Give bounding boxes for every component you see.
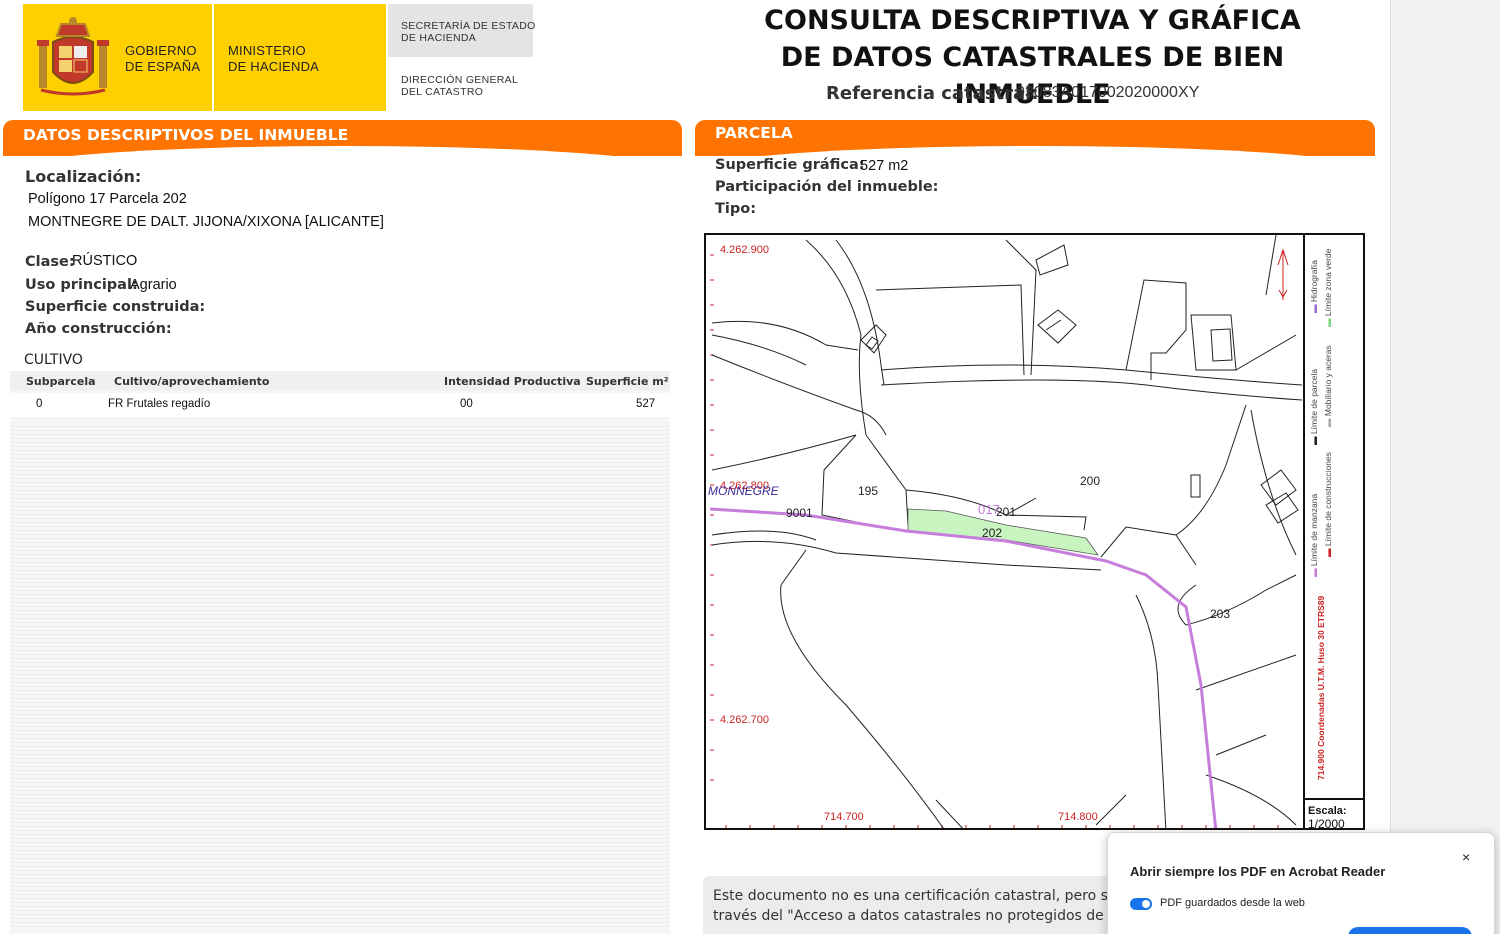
parcel-label-9001: 9001	[786, 506, 813, 520]
header-cultivo: Cultivo/aprovechamiento	[114, 375, 270, 388]
superficie-construida-label: Superficie construida:	[25, 299, 206, 315]
secretaria-panel: SECRETARÍA DE ESTADO DE HACIENDA	[388, 4, 536, 57]
uso-label: Uso principal:	[25, 277, 138, 293]
parcel-label-203: 203	[1210, 607, 1230, 621]
parcel-label-195: 195	[858, 484, 878, 498]
title-line-1: CONSULTA DESCRIPTIVA Y GRÁFICA	[764, 5, 1301, 36]
localizacion-label: Localización:	[25, 167, 142, 186]
direccion-panel: DIRECCIÓN GENERAL DEL CATASTRO	[388, 59, 533, 111]
pdf-toggle[interactable]	[1130, 898, 1152, 910]
close-icon[interactable]: ×	[1462, 849, 1476, 865]
coord-y-bottom: 4.262.700	[720, 714, 769, 726]
popup-title: Abrir siempre los PDF en Acrobat Reader	[1130, 864, 1386, 879]
legend-construcciones: ▬ Límite de construcciones	[1323, 452, 1333, 557]
parcel-label-202: 202	[982, 526, 1002, 540]
map-ticks	[710, 254, 1279, 828]
cultivo-title: CULTIVO	[24, 352, 83, 368]
cultivo-table: Subparcela Cultivo/aprovechamiento Inten…	[10, 371, 670, 934]
ministerio-logo-panel: MINISTERIO DE HACIENDA	[214, 4, 386, 111]
north-arrow-icon	[1277, 248, 1289, 300]
coord-x-right: 714.800	[1058, 811, 1098, 823]
clase-value: RÚSTICO	[72, 253, 138, 269]
superficie-grafica-value: 527 m2	[860, 158, 909, 174]
poligono-label: 017	[978, 502, 1000, 517]
section-header-descriptivos: DATOS DESCRIPTIVOS DEL INMUEBLE	[3, 120, 682, 156]
toggle-label: PDF guardados desde la web	[1160, 897, 1305, 909]
tipo-label: Tipo:	[715, 201, 757, 217]
map-drawing: 4.262.900 4.262.800 4.262.700 714.700 71…	[708, 235, 1303, 828]
referencia-value: 03083A017002020000XY	[1016, 84, 1200, 101]
scale-value: 1/2000	[1308, 817, 1345, 830]
participacion-label: Participación del inmueble:	[715, 179, 939, 195]
viewer-gutter	[1390, 0, 1500, 934]
coord-y-top: 4.262.900	[720, 244, 769, 256]
localizacion-line-1: Polígono 17 Parcela 202	[28, 191, 187, 207]
cell-cultivo: FR Frutales regadío	[108, 398, 211, 410]
place-label: MONNEGRE	[708, 484, 780, 498]
cadastral-map[interactable]: 4.262.900 4.262.800 4.262.700 714.700 71…	[704, 233, 1365, 830]
info-line-1: Este documento no es una certificación c…	[713, 888, 1123, 904]
header-superficie: Superficie m²	[586, 375, 669, 388]
direccion-text: DIRECCIÓN GENERAL DEL CATASTRO	[401, 74, 519, 98]
ministerio-text: MINISTERIO DE HACIENDA	[228, 43, 320, 74]
legend-hidrografia: ▬ Hidrografía	[1309, 260, 1319, 313]
cell-subparcela: 0	[36, 398, 43, 410]
hydrography-line	[709, 507, 1218, 828]
referencia-catastral: Referencia catastral: 03083A017002020000…	[826, 83, 1199, 104]
gobierno-logo-panel: GOBIERNO DE ESPAÑA	[23, 4, 212, 111]
superficie-grafica-label: Superficie gráfica:	[715, 157, 865, 173]
acrobat-popup: Abrir siempre los PDF en Acrobat Reader …	[1107, 832, 1495, 934]
gobierno-text: GOBIERNO DE ESPAÑA	[125, 43, 201, 74]
header-intensidad: Intensidad Productiva	[444, 375, 581, 388]
secretaria-text: SECRETARÍA DE ESTADO DE HACIENDA	[401, 20, 536, 44]
uso-value: Agrario	[130, 277, 177, 293]
referencia-label: Referencia catastral:	[826, 83, 1039, 104]
government-logo: GOBIERNO DE ESPAÑA MINISTERIO DE HACIEND…	[23, 4, 536, 111]
legend-zona-verde: ▬ Límite zona verde	[1323, 248, 1333, 327]
section-title-descriptivos: DATOS DESCRIPTIVOS DEL INMUEBLE	[23, 126, 349, 144]
anio-construccion-label: Año construcción:	[25, 321, 172, 337]
legend-manzana: ▬ Límite de manzana	[1309, 493, 1319, 577]
info-line-2: través del "Acceso a datos catastrales n…	[713, 908, 1123, 924]
localizacion-line-2: MONTNEGRE DE DALT. JIJONA/XIXONA [ALICAN…	[28, 214, 384, 230]
table-row: 0 FR Frutales regadío 00 527	[10, 393, 670, 417]
legend-parcela: ▬ Límite de parcela	[1309, 368, 1319, 445]
document-page: GOBIERNO DE ESPAÑA MINISTERIO DE HACIEND…	[0, 0, 1390, 934]
section-header-parcela: PARCELA	[695, 120, 1375, 156]
coord-x-left: 714.700	[824, 811, 864, 823]
parcel-label-200: 200	[1080, 474, 1100, 488]
cell-superficie: 527	[636, 398, 656, 410]
legend-mobiliario: ▬ Mobiliario y aceras	[1323, 345, 1333, 427]
cultivo-table-header: Subparcela Cultivo/aprovechamiento Inten…	[10, 371, 670, 391]
legend-coordenadas: 714.900 Coordenadas U.T.M. Huso 30 ETRS8…	[1316, 595, 1326, 780]
map-legend: ▬ Hidrografía ▬ Límite zona verde ▬ Lími…	[1303, 235, 1363, 800]
info-notice: Este documento no es una certificación c…	[703, 876, 1123, 934]
cell-intensidad: 00	[460, 398, 473, 410]
map-scale: Escala: 1/2000	[1303, 800, 1363, 830]
coat-of-arms-icon	[37, 17, 109, 96]
scale-label: Escala:	[1308, 805, 1347, 817]
open-acrobat-button[interactable]	[1348, 927, 1472, 934]
header-subparcela: Subparcela	[26, 375, 96, 388]
clase-label: Clase:	[25, 254, 75, 270]
section-title-parcela: PARCELA	[715, 124, 793, 142]
